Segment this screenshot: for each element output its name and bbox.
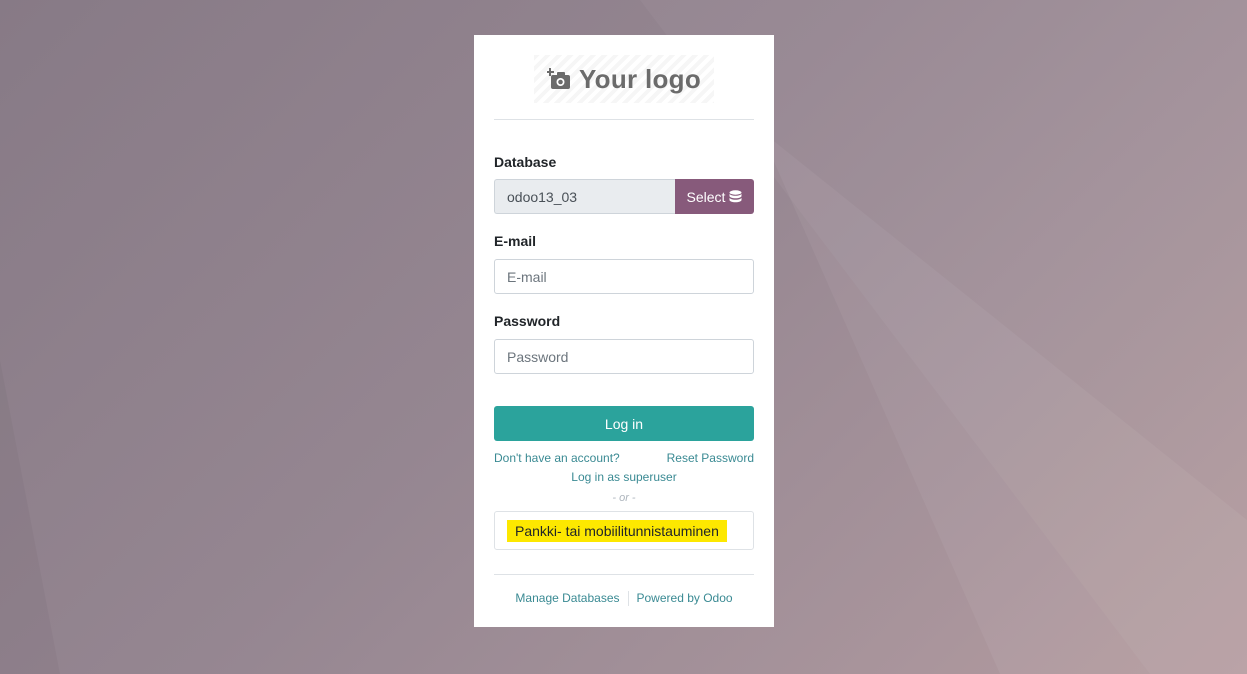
manage-databases-link[interactable]: Manage Databases — [515, 591, 619, 606]
oauth-provider-label: Pankki- tai mobiilitunnistauminen — [507, 519, 727, 542]
select-button-label: Select — [686, 188, 726, 205]
database-selector: odoo13_03 Select — [494, 179, 754, 214]
reset-password-link[interactable]: Reset Password — [667, 451, 754, 465]
company-logo: Your logo — [534, 55, 714, 103]
email-label: E-mail — [494, 233, 537, 249]
signup-link[interactable]: Don't have an account? — [494, 451, 620, 465]
login-card: Your logo Database odoo13_03 Select E-ma… — [474, 35, 774, 627]
footer: Manage Databases Powered by Odoo — [474, 591, 774, 606]
oauth-provider-button[interactable]: Pankki- tai mobiilitunnistauminen — [494, 511, 754, 550]
logo-text: Your logo — [578, 63, 702, 94]
email-field[interactable] — [494, 259, 754, 294]
camera-plus-icon — [546, 68, 570, 89]
powered-by-odoo-link[interactable]: Powered by Odoo — [637, 591, 733, 606]
or-separator: - or - — [612, 492, 636, 504]
password-field[interactable] — [494, 339, 754, 374]
logo-section: Your logo — [494, 35, 754, 120]
password-label: Password — [494, 313, 561, 329]
database-label: Database — [494, 154, 557, 170]
select-database-button[interactable]: Select — [675, 179, 754, 214]
footer-divider — [494, 574, 754, 575]
database-icon — [729, 189, 742, 202]
superuser-login-link[interactable]: Log in as superuser — [474, 470, 774, 484]
footer-separator — [627, 591, 629, 606]
database-field[interactable]: odoo13_03 — [494, 179, 675, 214]
login-button[interactable]: Log in — [494, 406, 754, 441]
